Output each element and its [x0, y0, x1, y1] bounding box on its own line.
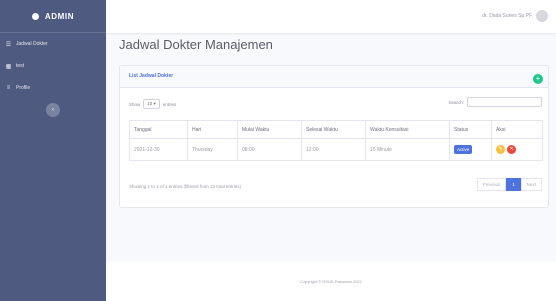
add-schedule-button[interactable]: +: [533, 74, 543, 84]
pagination-previous[interactable]: Previous: [476, 178, 507, 191]
page-title: Jadwal Dokter Manajemen: [119, 37, 273, 52]
table-row: 2021-12-30 Thursday 08:00 12:00 15 Minut…: [129, 138, 543, 161]
brand-label: ADMIN: [44, 11, 75, 21]
card-title: List Jadwal Dokter: [129, 73, 174, 79]
cell-selesai: 12:00: [301, 138, 366, 161]
pagination-next[interactable]: Next: [520, 178, 542, 191]
status-badge[interactable]: Active: [454, 145, 473, 154]
user-menu[interactable]: dr. Dada Suries Sp.PF: [482, 10, 548, 22]
brand-logo-icon: [31, 12, 39, 20]
sidebar-item-label: Profile: [16, 85, 31, 91]
card-header: List Jadwal Dokter +: [120, 66, 548, 88]
col-aksi: Aksi: [491, 120, 543, 139]
topbar: dr. Dada Suries Sp.PF: [106, 0, 556, 33]
chevron-left-icon: ‹: [52, 107, 54, 113]
close-icon: ✕: [509, 146, 514, 152]
sidebar-item-test[interactable]: ▦ test: [0, 55, 106, 77]
grid-icon: ▦: [5, 63, 12, 70]
cell-tanggal: 2021-12-30: [129, 138, 188, 161]
pagination: Previous 1 Next: [476, 178, 542, 191]
edit-icon: ✎: [498, 146, 503, 152]
search-control: Search:: [448, 97, 542, 107]
cell-aksi: ✎ ✕: [491, 138, 543, 161]
sidebar-item-label: Jadwal Dokter: [16, 41, 48, 47]
copyright-text: Copyright © RSUD Pasuruan 2021: [300, 279, 362, 284]
cell-status: Active: [449, 138, 492, 161]
schedule-card: List Jadwal Dokter + Show 10 ▾ entries S…: [119, 65, 549, 208]
user-name: dr. Dada Suries Sp.PF: [482, 13, 532, 19]
entries-label: entries: [162, 101, 177, 107]
delete-button[interactable]: ✕: [507, 145, 516, 154]
sidebar-item-profile[interactable]: ≡ Profile: [0, 77, 106, 99]
entries-select[interactable]: 10 ▾: [143, 99, 160, 109]
col-status[interactable]: Status: [449, 120, 492, 139]
search-input[interactable]: [467, 97, 542, 107]
footer: Copyright © RSUD Pasuruan 2021: [106, 262, 556, 301]
table-info: Showing 1 to 1 of 1 entries (filtered fr…: [129, 184, 242, 189]
entries-length-control: Show 10 ▾ entries: [129, 99, 176, 109]
edit-button[interactable]: ✎: [496, 145, 505, 154]
col-mulai-waktu[interactable]: Mulai Waktu: [237, 120, 302, 139]
schedule-table: Tanggal Hari Mulai Waktu Selesai Waktu W…: [129, 120, 543, 161]
search-label: Search:: [448, 99, 464, 105]
col-selesai-waktu[interactable]: Selesai Waktu: [301, 120, 366, 139]
sidebar: ADMIN ☰ Jadwal Dokter ▦ test ≡ Profile ‹: [0, 0, 106, 301]
col-waktu-konsultasi[interactable]: Waktu Konsultasi: [365, 120, 450, 139]
show-label: Show: [129, 101, 141, 107]
brand[interactable]: ADMIN: [0, 0, 106, 33]
sidebar-item-jadwal-dokter[interactable]: ☰ Jadwal Dokter: [0, 33, 106, 55]
cell-hari: Thursday: [187, 138, 238, 161]
avatar: [536, 10, 548, 22]
sidebar-toggle-button[interactable]: ‹: [46, 103, 60, 117]
col-tanggal[interactable]: Tanggal: [129, 120, 188, 139]
cell-mulai: 08:00: [237, 138, 302, 161]
pagination-page-1[interactable]: 1: [506, 178, 521, 191]
list-icon: ≡: [6, 85, 11, 91]
cell-konsultasi: 15 Minute: [365, 138, 450, 161]
col-hari[interactable]: Hari: [187, 120, 238, 139]
users-icon: ☰: [5, 41, 12, 48]
sidebar-item-label: test: [16, 63, 25, 69]
table-header-row: Tanggal Hari Mulai Waktu Selesai Waktu W…: [129, 120, 543, 139]
